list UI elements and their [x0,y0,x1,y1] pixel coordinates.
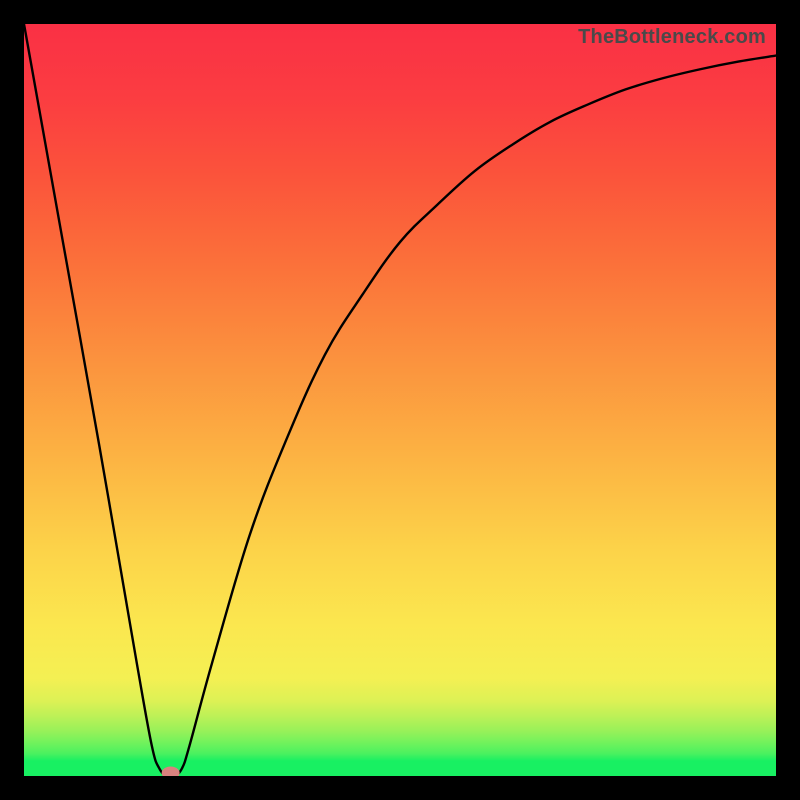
plot-frame: TheBottleneck.com [24,24,776,776]
bottleneck-chart [24,24,776,776]
watermark-text: TheBottleneck.com [578,26,766,49]
